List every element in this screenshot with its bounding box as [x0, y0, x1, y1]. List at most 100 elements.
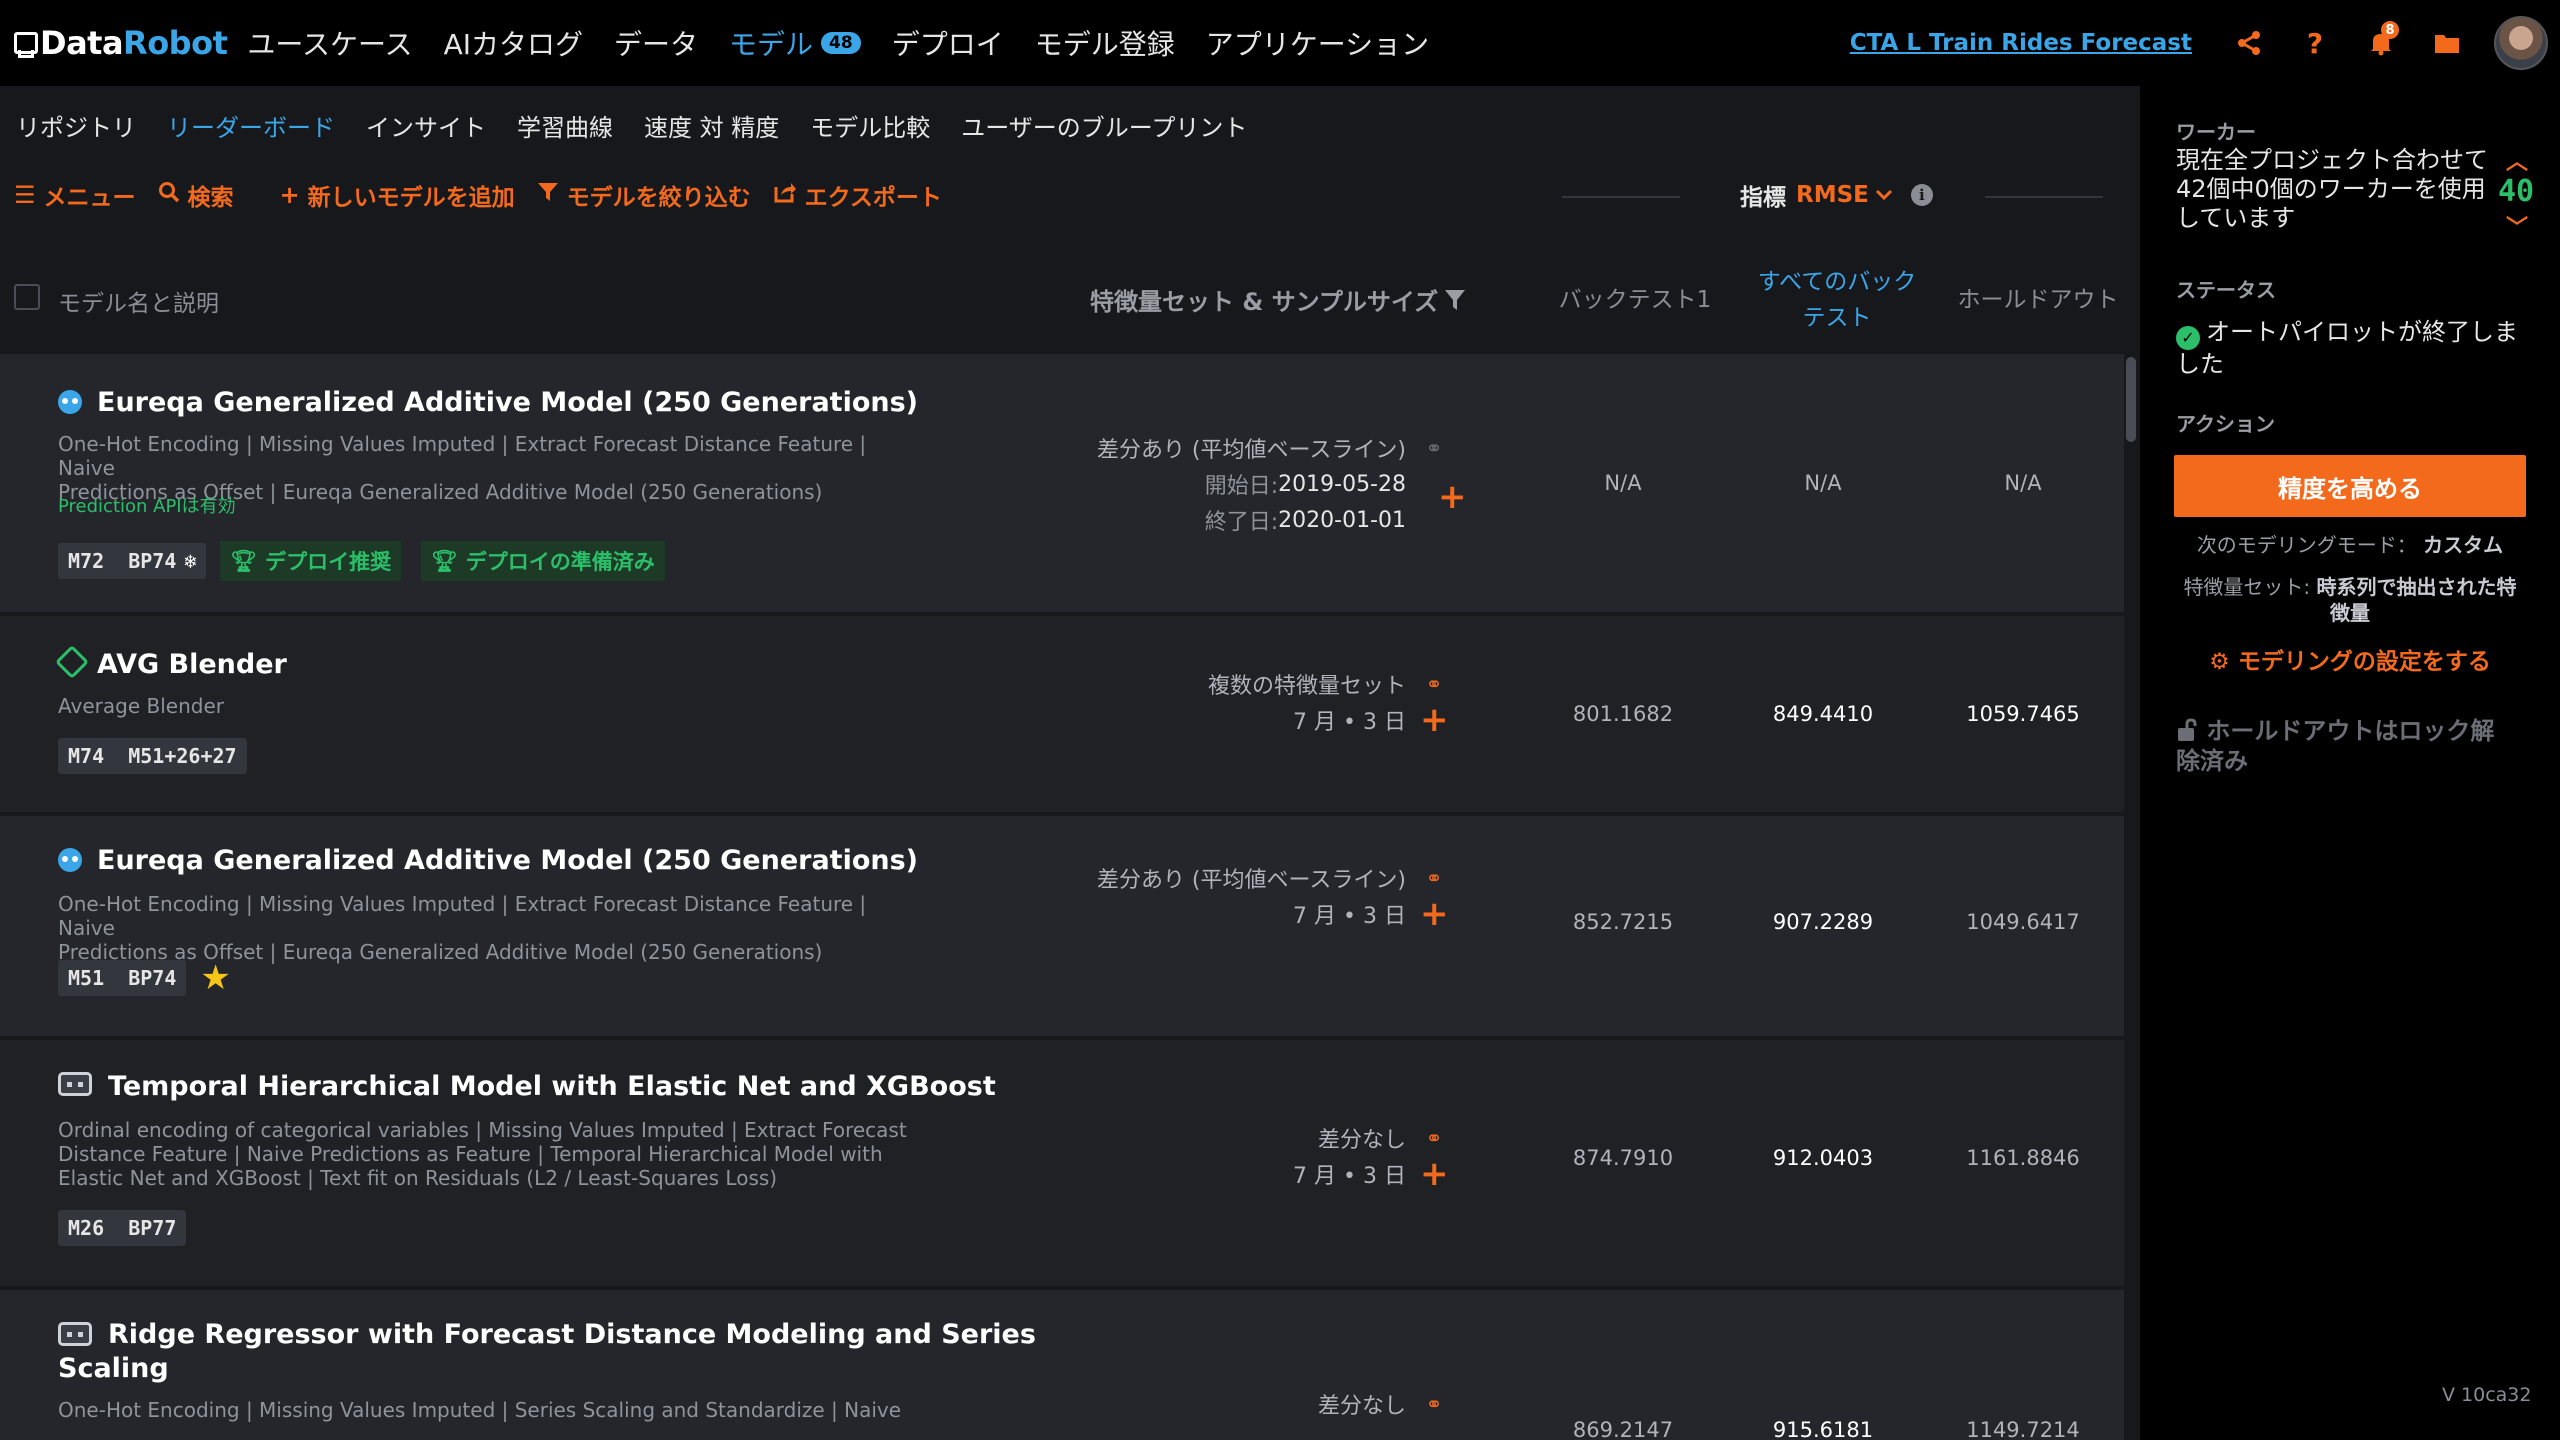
model-id-tag: M74 M51+26+27	[58, 738, 247, 774]
scrollbar-thumb[interactable]	[2126, 357, 2136, 442]
add-sample-button[interactable]: +	[1420, 897, 1449, 931]
workers-count: 40	[2498, 174, 2535, 209]
model-id-tag: M51 BP74	[58, 960, 187, 996]
model-description: Average Blender	[58, 694, 224, 718]
tab-leaderboard[interactable]: リーダーボード	[167, 108, 335, 143]
menu-button[interactable]: ☰ メニュー	[14, 178, 136, 212]
folder-icon[interactable]	[2433, 29, 2461, 57]
table-row[interactable]: Eureqa Generalized Additive Model (250 G…	[0, 354, 2128, 616]
top-navigation-bar: Data Robot ユースケース AIカタログ データ モデル 48 デプロイ …	[0, 0, 2560, 86]
tab-learning-curve[interactable]: 学習曲線	[517, 108, 613, 143]
add-sample-button[interactable]: +	[1420, 703, 1449, 737]
header-holdout[interactable]: ホールドアウト	[1940, 282, 2136, 318]
chevron-up-icon[interactable]: ︿	[2506, 144, 2528, 176]
project-name-link[interactable]: CTA L Train Rides Forecast	[1850, 30, 2192, 56]
help-icon[interactable]: ?	[2301, 27, 2329, 60]
header-feature-sample[interactable]: 特徴量セット & サンプルサイズ	[1090, 282, 1466, 317]
table-row[interactable]: Eureqa Generalized Additive Model (250 G…	[0, 816, 2128, 1040]
search-button[interactable]: 検索	[158, 178, 234, 212]
workers-description-line: しています	[2176, 204, 2296, 232]
feature-set-info: 特徴量セット: 時系列で抽出された特 徴量	[2174, 574, 2526, 626]
table-row[interactable]: Temporal Hierarchical Model with Elastic…	[0, 1040, 2128, 1290]
header-feature-label: 特徴量セット & サンプルサイズ	[1090, 288, 1439, 316]
metric-dropdown[interactable]: RMSE	[1796, 182, 1893, 208]
model-title[interactable]: Ridge Regressor with Forecast Distance M…	[108, 1318, 1036, 1352]
tab-user-blueprints[interactable]: ユーザーのブループリント	[961, 108, 1247, 143]
select-all-checkbox[interactable]	[14, 284, 40, 310]
add-sample-button[interactable]: +	[1420, 1157, 1449, 1191]
status-heading: ステータス	[2176, 278, 2276, 302]
improve-accuracy-button[interactable]: 精度を高める	[2174, 455, 2526, 517]
hamburger-icon: ☰	[14, 181, 36, 209]
bell-icon[interactable]: 8	[2367, 21, 2399, 57]
nav-ai-catalog[interactable]: AIカタログ	[444, 23, 583, 63]
plus-icon: +	[279, 181, 300, 209]
blueprint-icon[interactable]: ⚭	[1420, 1392, 1448, 1416]
backtest1-score: N/A	[1604, 471, 1642, 495]
blueprint-icon[interactable]: ⚭	[1420, 866, 1448, 890]
nav-models[interactable]: モデル 48	[729, 23, 861, 63]
tab-model-comparison[interactable]: モデル比較	[810, 108, 930, 143]
nav-data[interactable]: データ	[614, 23, 698, 63]
table-row[interactable]: Ridge Regressor with Forecast Distance M…	[0, 1290, 2128, 1440]
holdout-score: 1059.7465	[1966, 702, 2080, 726]
header-model-name[interactable]: モデル名と説明	[58, 284, 219, 318]
blueprint-icon[interactable]: ⚭	[1420, 672, 1448, 696]
holdout-score: 1049.6417	[1966, 910, 2080, 934]
model-description-line: Elastic Net and XGBoost | Text fit on Re…	[58, 1166, 778, 1190]
model-description: One-Hot Encoding | Missing Values Impute…	[58, 892, 918, 964]
nav-applications[interactable]: アプリケーション	[1206, 23, 1429, 63]
model-description-line: One-Hot Encoding | Missing Values Impute…	[58, 432, 867, 480]
tab-insights[interactable]: インサイト	[366, 108, 486, 143]
leaderboard-scrollbar[interactable]	[2124, 354, 2136, 1440]
holdout-unlocked-line: 除済み	[2176, 747, 2248, 775]
all-backtests-score: 907.2289	[1772, 910, 1874, 934]
star-icon[interactable]: ★	[200, 961, 230, 995]
export-icon	[773, 181, 797, 209]
filter-models-label: モデルを絞り込む	[566, 185, 751, 211]
blueprint-icon[interactable]: ⚭	[1420, 436, 1448, 460]
start-date-value: 2019-05-28	[1278, 471, 1406, 497]
tab-speed-vs-accuracy[interactable]: 速度 対 精度	[644, 108, 779, 143]
robot-model-icon	[58, 1072, 92, 1096]
info-icon[interactable]: i	[1910, 184, 1933, 206]
datarobot-logo[interactable]: Data Robot	[12, 0, 228, 86]
version-label: V 10ca32	[2442, 1384, 2532, 1406]
filter-icon	[537, 181, 559, 209]
model-title[interactable]: Temporal Hierarchical Model with Elastic…	[108, 1070, 996, 1104]
tab-repository[interactable]: リポジトリ	[16, 108, 136, 143]
all-backtests-score: 912.0403	[1772, 1146, 1874, 1170]
table-row[interactable]: AVG Blender Average Blender M74 M51+26+2…	[0, 616, 2128, 816]
export-button[interactable]: エクスポート	[773, 178, 942, 212]
nav-models-label: モデル	[729, 28, 814, 61]
model-title[interactable]: AVG Blender	[97, 648, 287, 682]
chevron-down-icon[interactable]: ﹀	[2506, 210, 2528, 242]
configure-modeling-link[interactable]: ⚙ モデリングの設定をする	[2174, 642, 2526, 676]
share-icon[interactable]	[2235, 29, 2263, 57]
model-title[interactable]: Eureqa Generalized Additive Model (250 G…	[97, 386, 918, 420]
backtest1-score: 874.7910	[1572, 1146, 1674, 1170]
header-backtest1[interactable]: バックテスト1	[1540, 282, 1730, 318]
gear-icon: ⚙	[2209, 649, 2230, 675]
user-avatar[interactable]	[2494, 16, 2548, 70]
feature-sample-cell: 差分なし ⚭ 7 月 • 3 日 +	[1293, 1120, 1448, 1192]
model-title-line: Scaling	[58, 1353, 169, 1384]
filter-models-button[interactable]: モデルを絞り込む	[537, 178, 751, 212]
configure-modeling-label: モデリングの設定をする	[2237, 649, 2491, 675]
filter-icon[interactable]	[1444, 288, 1466, 312]
deploy-ready-badge: 🏆︎ デプロイの準備済み	[421, 541, 665, 581]
holdout-unlocked-status: ホールドアウトはロック解 除済み	[2176, 716, 2526, 776]
nav-use-cases[interactable]: ユースケース	[247, 23, 412, 63]
add-model-button[interactable]: + 新しいモデルを追加	[280, 178, 515, 212]
header-all-backtests[interactable]: すべてのバック テスト	[1742, 264, 1932, 336]
model-title-line: Ridge Regressor with Forecast Distance M…	[108, 1319, 1036, 1350]
leaderboard-header: モデル名と説明 特徴量セット & サンプルサイズ バックテスト1 すべてのバック…	[0, 226, 2140, 354]
nav-model-registry[interactable]: モデル登録	[1035, 23, 1175, 63]
model-title[interactable]: Eureqa Generalized Additive Model (250 G…	[97, 844, 918, 878]
add-sample-button[interactable]: +	[1438, 480, 1467, 514]
workers-description-line: 現在全プロジェクト合わせて	[2176, 146, 2488, 174]
nav-deploy[interactable]: デプロイ	[892, 23, 1004, 63]
model-tags: M72 BP74 ❄ 🏆︎ デプロイ推奨 🏆︎ デプロイの準備済み	[58, 541, 685, 581]
sample-size-label: 7 月 • 3 日	[1293, 1164, 1406, 1189]
blueprint-icon[interactable]: ⚭	[1420, 1126, 1448, 1150]
